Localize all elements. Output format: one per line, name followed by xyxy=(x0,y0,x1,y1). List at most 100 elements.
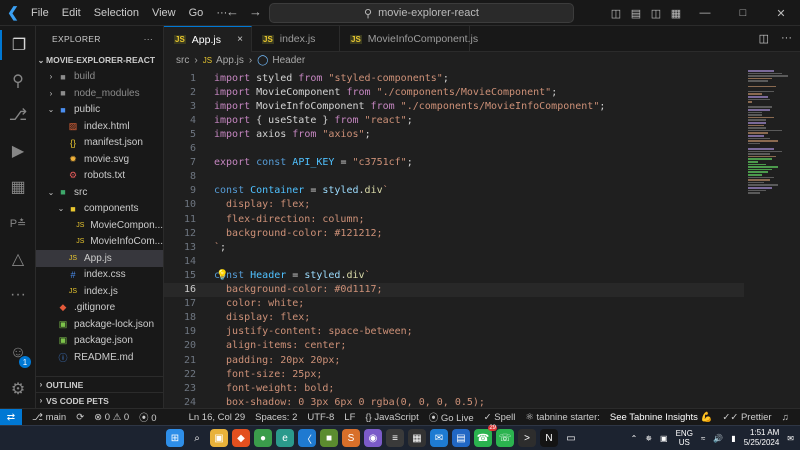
tree-folder[interactable]: › ■ build xyxy=(36,69,163,86)
notification-bell-icon[interactable]: ✉ xyxy=(787,434,794,443)
search-icon[interactable]: ⌕ xyxy=(188,429,206,447)
tab-app-js[interactable]: JS App.js × xyxy=(164,26,252,52)
code-line[interactable]: 14 xyxy=(164,254,744,268)
code-line[interactable]: 19 justify-content: space-between; xyxy=(164,325,744,339)
tree-file[interactable]: {} manifest.json xyxy=(36,135,163,152)
menu-item-file[interactable]: File xyxy=(31,7,49,19)
breadcrumb-folder[interactable]: src xyxy=(176,55,189,66)
code-line[interactable]: 1 import styled from "styled-components"; xyxy=(164,71,744,85)
code-line[interactable]: 3 import MovieInfoComponent from "./compo… xyxy=(164,99,744,113)
code-line[interactable]: 12 background-color: #121212; xyxy=(164,226,744,240)
language-status[interactable]: {} JavaScript xyxy=(365,412,418,423)
tree-file[interactable]: JS index.js xyxy=(36,283,163,300)
close-tab-icon[interactable]: × xyxy=(237,34,243,45)
extensions-icon[interactable]: ▦ xyxy=(0,172,36,202)
code-line[interactable]: 18 display: flex; xyxy=(164,311,744,325)
edge-icon[interactable]: e xyxy=(276,429,294,447)
lightbulb-icon[interactable]: 💡 xyxy=(216,270,228,281)
explorer-icon[interactable]: ❐ xyxy=(0,30,36,60)
code-line[interactable]: 17 color: white; xyxy=(164,297,744,311)
language-indicator[interactable]: ENG US xyxy=(676,429,693,447)
code-line[interactable]: 8 xyxy=(164,170,744,184)
run-debug-icon[interactable]: ▶ xyxy=(0,136,36,166)
toggle-secondary-sidebar-icon[interactable]: ◫ xyxy=(646,7,666,20)
code-line[interactable]: 2 import MovieComponent from "./component… xyxy=(164,85,744,99)
tree-file[interactable]: ▣ package.json xyxy=(36,333,163,350)
sync-icon[interactable]: ⟳ xyxy=(76,412,84,423)
settings-icon[interactable]: ⚙ xyxy=(0,374,36,404)
more-icon[interactable]: ··· xyxy=(0,280,36,310)
indentation-status[interactable]: Spaces: 2 xyxy=(255,412,297,423)
whatsapp-icon[interactable]: ☎ 29 xyxy=(474,425,497,447)
code-line[interactable]: 9 const Container = styled.div` xyxy=(164,184,744,198)
code-line[interactable]: 16 background-color: #0d1117; xyxy=(164,282,744,297)
menu-item-view[interactable]: View xyxy=(152,7,176,19)
command-center-search[interactable]: ⚲ movie-explorer-react xyxy=(269,3,574,23)
breadcrumb-symbol[interactable]: Header xyxy=(272,55,305,66)
spell-status[interactable]: ✓ Spell xyxy=(484,412,516,423)
remote-explorer-icon[interactable]: △ xyxy=(0,244,36,274)
forward-arrow-icon[interactable]: → xyxy=(249,4,262,19)
tree-file[interactable]: ◆ .gitignore xyxy=(36,300,163,317)
notes-icon[interactable]: ≡ xyxy=(386,429,404,447)
tabnine-status[interactable]: ⚛ tabnine starter: xyxy=(525,412,600,423)
toggle-sidebar-icon[interactable]: ◫ xyxy=(606,7,626,20)
eol-status[interactable]: LF xyxy=(344,412,355,423)
brave-icon[interactable]: ◆ xyxy=(232,429,250,447)
tree-file[interactable]: ▨ index.html xyxy=(36,118,163,135)
mail-icon[interactable]: ✉ xyxy=(430,429,448,447)
testing-icon[interactable]: P≛ xyxy=(0,208,36,238)
tree-file[interactable]: ⚙ robots.txt xyxy=(36,168,163,185)
tree-folder[interactable]: ⌄ ■ src xyxy=(36,184,163,201)
bluetooth-icon[interactable]: ✵ xyxy=(645,434,652,443)
code-line[interactable]: 20 align-items: center; xyxy=(164,339,744,353)
code-line[interactable]: 13 `; xyxy=(164,240,744,254)
back-arrow-icon[interactable]: ← xyxy=(226,4,239,19)
split-editor-icon[interactable]: ◫ xyxy=(759,32,769,45)
code-line[interactable]: 4 import { useState } from "react"; xyxy=(164,113,744,127)
toggle-panel-icon[interactable]: ▤ xyxy=(626,7,646,20)
wifi-icon[interactable]: ≈ xyxy=(701,434,705,443)
menu-item-selection[interactable]: Selection xyxy=(94,7,139,19)
ports-status[interactable]: ⦿ 0 xyxy=(139,410,156,424)
menu-item-edit[interactable]: Edit xyxy=(62,7,81,19)
tree-file[interactable]: JS App.js xyxy=(36,250,163,267)
netflix-icon[interactable]: N xyxy=(540,429,558,447)
source-control-icon[interactable]: ⎇ xyxy=(0,100,36,130)
problems-status[interactable]: ⊗ 0 ⚠ 0 xyxy=(94,412,129,423)
code-line[interactable]: 15 const Header = styled.div` 💡 xyxy=(164,268,744,282)
customize-layout-icon[interactable]: ▦ xyxy=(666,7,686,20)
app-tray-icon[interactable]: ▣ xyxy=(660,434,668,443)
minimize-button[interactable]: — xyxy=(686,7,724,19)
search-icon[interactable]: ⚲ xyxy=(0,66,36,96)
tree-folder[interactable]: ⌄ ■ components xyxy=(36,201,163,218)
menu-item-go[interactable]: Go xyxy=(189,7,204,19)
cursor-position[interactable]: Ln 16, Col 29 xyxy=(189,412,246,423)
tab-index-js[interactable]: JS index.js xyxy=(252,26,340,52)
explorer-more-button[interactable]: ··· xyxy=(144,34,153,44)
code-line[interactable]: 5 import axios from "axios"; xyxy=(164,127,744,141)
store-icon[interactable]: ▤ xyxy=(452,429,470,447)
vscode-icon[interactable]: 〈 xyxy=(298,429,316,447)
code-line[interactable]: 21 padding: 20px 20px; xyxy=(164,353,744,367)
file-explorer-icon[interactable]: ▣ xyxy=(210,429,228,447)
code-line[interactable]: 11 flex-direction: column; xyxy=(164,212,744,226)
vscode-pets-section[interactable]: › VS CODE PETS xyxy=(36,392,163,408)
close-window-button[interactable]: ✕ xyxy=(762,7,800,20)
tree-file[interactable]: # index.css xyxy=(36,267,163,284)
more-actions-icon[interactable]: ··· xyxy=(781,32,792,45)
whatsapp-alt-icon[interactable]: ☏ xyxy=(496,429,514,447)
calculator-icon[interactable]: ▦ xyxy=(408,429,426,447)
chevron-up-icon[interactable]: ⌃ xyxy=(631,434,638,443)
accounts-icon[interactable]: ☺ 1 xyxy=(0,338,36,368)
tabnine-insights-link[interactable]: See Tabnine Insights 💪 xyxy=(610,412,713,423)
branch-status[interactable]: ⎇ main xyxy=(32,412,66,423)
code-line[interactable]: 7 export const API_KEY = "c3751cf"; xyxy=(164,156,744,170)
code-line[interactable]: 10 display: flex; xyxy=(164,198,744,212)
tree-file[interactable]: ▣ package-lock.json xyxy=(36,316,163,333)
chrome-icon[interactable]: ● xyxy=(254,429,272,447)
breadcrumb-file[interactable]: App.js xyxy=(216,55,244,66)
prettier-status[interactable]: ✓✓ Prettier xyxy=(722,412,771,423)
code-line[interactable]: 6 xyxy=(164,142,744,156)
terminal-icon[interactable]: ■ xyxy=(320,429,338,447)
